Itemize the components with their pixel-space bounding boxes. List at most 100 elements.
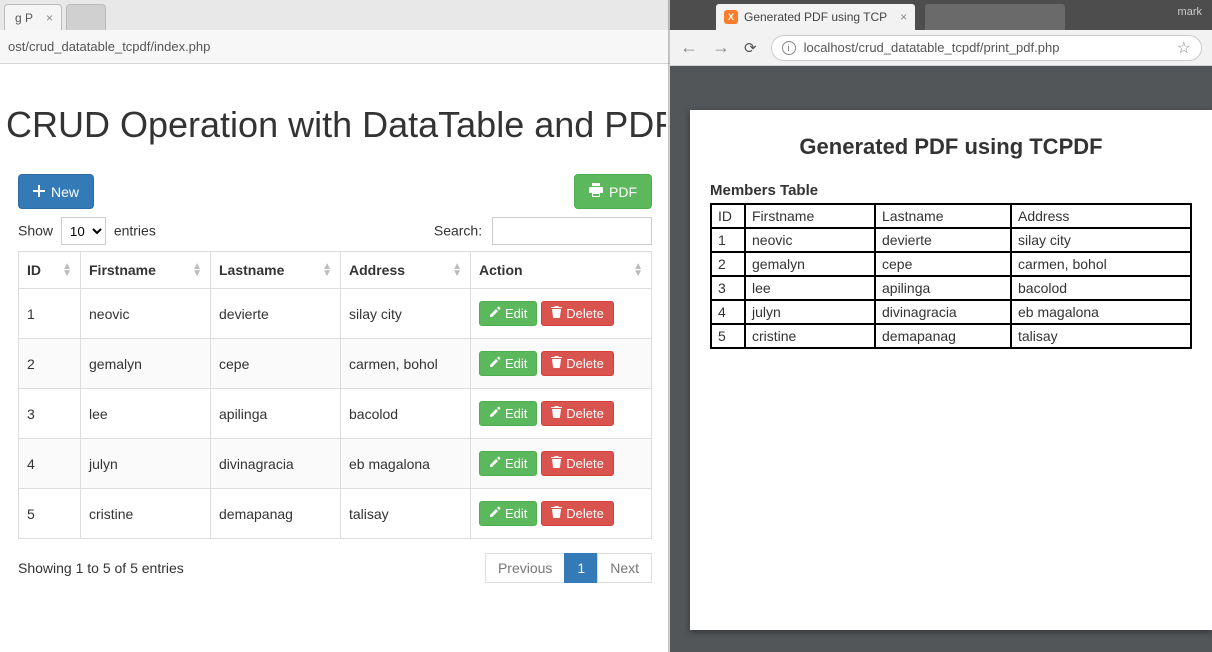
table-row: 4julyndivinagraciaeb magalonaEdit Delete [19, 439, 652, 489]
cell-id: 4 [19, 439, 81, 489]
cell-id: 1 [19, 289, 81, 339]
cell-lastname: demapanag [211, 489, 341, 539]
delete-label: Delete [566, 506, 604, 521]
edit-icon [489, 456, 501, 471]
delete-button[interactable]: Delete [541, 401, 614, 426]
pdf-viewer[interactable]: Generated PDF using TCPDF Members Table … [670, 66, 1212, 652]
pdf-table: ID Firstname Lastname Address 1neovicdev… [710, 203, 1192, 349]
site-info-icon[interactable]: i [782, 41, 796, 55]
new-button[interactable]: New [18, 174, 94, 209]
right-browser-window: mark X Generated PDF using TCP × ← → ⟳ i… [670, 0, 1212, 652]
delete-button[interactable]: Delete [541, 301, 614, 326]
data-table: ID▲▼ Firstname▲▼ Lastname▲▼ Address▲▼ Ac… [18, 251, 652, 539]
left-address-bar[interactable]: ost/crud_datatable_tcpdf/index.php [0, 30, 670, 64]
reload-icon[interactable]: ⟳ [744, 39, 757, 57]
edit-label: Edit [505, 456, 527, 471]
cell-action: Edit Delete [471, 339, 652, 389]
edit-button[interactable]: Edit [479, 401, 537, 426]
cell-id: 5 [19, 489, 81, 539]
cell-lastname: divinagracia [875, 300, 1011, 324]
edit-label: Edit [505, 306, 527, 321]
cell-lastname: demapanag [875, 324, 1011, 348]
cell-firstname: cristine [745, 324, 875, 348]
browser-tab-active[interactable]: X Generated PDF using TCP × [716, 4, 915, 30]
table-row: 1neovicdeviertesilay cityEdit Delete [19, 289, 652, 339]
col-lastname[interactable]: Lastname▲▼ [211, 252, 341, 289]
cell-action: Edit Delete [471, 389, 652, 439]
cell-firstname: julyn [81, 439, 211, 489]
col-firstname: Firstname [745, 204, 875, 228]
toolbar: New PDF [18, 174, 652, 209]
profile-label[interactable]: mark [1178, 6, 1202, 18]
cell-lastname: devierte [875, 228, 1011, 252]
delete-button[interactable]: Delete [541, 451, 614, 476]
cell-lastname: cepe [875, 252, 1011, 276]
table-header-row: ID Firstname Lastname Address [711, 204, 1191, 228]
col-address[interactable]: Address▲▼ [341, 252, 471, 289]
browser-tab-inactive[interactable] [925, 4, 1065, 30]
delete-button[interactable]: Delete [541, 351, 614, 376]
print-icon [589, 183, 603, 200]
table-row: 2gemalyncepecarmen, boholEdit Delete [19, 339, 652, 389]
table-row: 3leeapilingabacolod [711, 276, 1191, 300]
edit-label: Edit [505, 506, 527, 521]
cell-id: 5 [711, 324, 745, 348]
trash-icon [551, 406, 562, 421]
cell-action: Edit Delete [471, 489, 652, 539]
cell-action: Edit Delete [471, 439, 652, 489]
tab-title: g P [15, 11, 33, 25]
forward-icon[interactable]: → [712, 37, 730, 58]
left-tab-strip: g P × [0, 0, 670, 30]
cell-firstname: cristine [81, 489, 211, 539]
col-id: ID [711, 204, 745, 228]
cell-firstname: lee [81, 389, 211, 439]
edit-icon [489, 506, 501, 521]
table-row: 5cristinedemapanagtalisay [711, 324, 1191, 348]
search-input[interactable] [492, 217, 652, 245]
browser-tab-inactive[interactable] [66, 4, 106, 30]
edit-icon [489, 306, 501, 321]
cell-lastname: cepe [211, 339, 341, 389]
cell-id: 3 [711, 276, 745, 300]
url-text: ost/crud_datatable_tcpdf/index.php [8, 39, 210, 54]
col-action[interactable]: Action▲▼ [471, 252, 652, 289]
col-firstname[interactable]: Firstname▲▼ [81, 252, 211, 289]
cell-id: 2 [19, 339, 81, 389]
page-next[interactable]: Next [597, 553, 652, 583]
new-button-label: New [51, 184, 79, 200]
page-1[interactable]: 1 [564, 553, 598, 583]
edit-button[interactable]: Edit [479, 351, 537, 376]
delete-button[interactable]: Delete [541, 501, 614, 526]
address-bar[interactable]: i localhost/crud_datatable_tcpdf/print_p… [771, 35, 1202, 61]
cell-lastname: divinagracia [211, 439, 341, 489]
close-icon[interactable]: × [46, 11, 53, 25]
edit-icon [489, 356, 501, 371]
col-address: Address [1011, 204, 1191, 228]
plus-icon [33, 184, 45, 200]
page-content: CRUD Operation with DataTable and PDF Ne… [0, 64, 670, 583]
edit-label: Edit [505, 406, 527, 421]
cell-address: carmen, bohol [341, 339, 471, 389]
edit-button[interactable]: Edit [479, 451, 537, 476]
url-text: localhost/crud_datatable_tcpdf/print_pdf… [804, 40, 1060, 55]
back-icon[interactable]: ← [680, 37, 698, 58]
search-control: Search: [434, 217, 652, 245]
trash-icon [551, 456, 562, 471]
close-icon[interactable]: × [900, 10, 907, 24]
trash-icon [551, 506, 562, 521]
pdf-button[interactable]: PDF [574, 174, 652, 209]
right-nav-bar: ← → ⟳ i localhost/crud_datatable_tcpdf/p… [670, 30, 1212, 66]
page-previous[interactable]: Previous [485, 553, 565, 583]
table-header-row: ID▲▼ Firstname▲▼ Lastname▲▼ Address▲▼ Ac… [19, 252, 652, 289]
cell-firstname: neovic [745, 228, 875, 252]
edit-button[interactable]: Edit [479, 301, 537, 326]
cell-address: talisay [341, 489, 471, 539]
edit-button[interactable]: Edit [479, 501, 537, 526]
length-select[interactable]: 10 [61, 217, 106, 245]
browser-tab-active[interactable]: g P × [4, 4, 62, 30]
tab-title: Generated PDF using TCP [744, 10, 887, 24]
col-id[interactable]: ID▲▼ [19, 252, 81, 289]
table-row: 1neovicdeviertesilay city [711, 228, 1191, 252]
bookmark-icon[interactable]: ☆ [1177, 38, 1191, 58]
sort-icon: ▲▼ [633, 263, 643, 277]
